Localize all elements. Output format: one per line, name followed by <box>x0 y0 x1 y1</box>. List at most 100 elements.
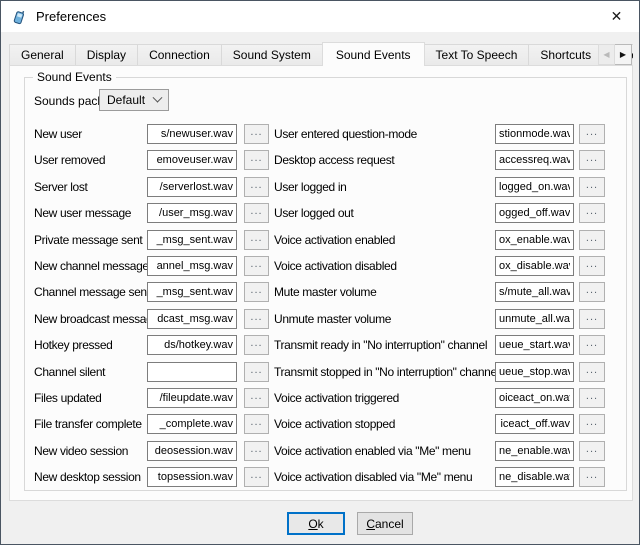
sound-file-input-new-video-session[interactable] <box>147 441 237 461</box>
sound-event-label-voice-activation-enabled: Voice activation enabled <box>274 233 495 247</box>
sound-file-input-user-logged-in[interactable] <box>495 177 574 197</box>
sound-event-label-file-transfer-complete: File transfer complete <box>34 417 147 431</box>
sound-file-input-voice-activation-triggered[interactable] <box>495 388 574 408</box>
browse-button-user-logged-out[interactable]: ... <box>579 203 605 223</box>
sound-event-label-transmit-ready-in-no-interruption-channel: Transmit ready in "No interruption" chan… <box>274 338 495 352</box>
sound-event-label-voice-activation-disabled: Voice activation disabled <box>274 259 495 273</box>
sound-event-label-new-video-session: New video session <box>34 444 147 458</box>
browse-button-channel-message-sent[interactable]: ... <box>244 282 269 302</box>
sound-event-label-user-entered-question-mode: User entered question-mode <box>274 127 495 141</box>
sound-event-label-channel-message-sent: Channel message sent <box>34 285 147 299</box>
sound-file-input-user-logged-out[interactable] <box>495 203 574 223</box>
sound-file-input-voice-activation-disabled[interactable] <box>495 256 574 276</box>
sound-event-label-new-desktop-session: New desktop session <box>34 470 147 484</box>
sound-file-input-voice-activation-stopped[interactable] <box>495 414 574 434</box>
browse-button-user-logged-in[interactable]: ... <box>579 177 605 197</box>
sounds-pack-label: Sounds pack <box>34 94 103 108</box>
sound-event-row: New user message...User logged out... <box>34 203 605 223</box>
sound-file-input-transmit-ready-in-no-interruption-channel[interactable] <box>495 335 574 355</box>
sound-event-row: Private message sent... Voice activation … <box>34 230 605 250</box>
cancel-button[interactable]: Cancel <box>357 512 413 535</box>
browse-button-mute-master-volume[interactable]: ... <box>579 282 605 302</box>
sound-event-row: User removed...Desktop access request... <box>34 150 605 170</box>
tab-bar: GeneralDisplayConnectionSound SystemSoun… <box>9 42 633 66</box>
sound-file-input-voice-activation-enabled[interactable] <box>495 230 574 250</box>
browse-button-server-lost[interactable]: ... <box>244 177 269 197</box>
sound-event-label-new-user: New user <box>34 127 147 141</box>
tab-connection[interactable]: Connection <box>137 44 222 65</box>
sound-file-input-new-channel-message[interactable] <box>147 256 237 276</box>
browse-button-voice-activation-triggered[interactable]: ... <box>579 388 605 408</box>
groupbox-title: Sound Events <box>33 70 116 84</box>
ok-button[interactable]: Ok <box>287 512 345 535</box>
tab-sound-events[interactable]: Sound Events <box>322 42 425 66</box>
browse-button-new-video-session[interactable]: ... <box>244 441 269 461</box>
ok-button-label: Ok <box>308 517 323 531</box>
tab-general[interactable]: General <box>9 44 76 65</box>
sound-event-label-channel-silent: Channel silent <box>34 365 147 379</box>
sound-event-label-hotkey-pressed: Hotkey pressed <box>34 338 147 352</box>
sound-file-input-server-lost[interactable] <box>147 177 237 197</box>
browse-button-files-updated[interactable]: ... <box>244 388 269 408</box>
tab-shortcuts[interactable]: Shortcuts <box>528 44 603 65</box>
sound-file-input-desktop-access-request[interactable] <box>495 150 574 170</box>
sound-file-input-mute-master-volume[interactable] <box>495 282 574 302</box>
sound-event-label-voice-activation-stopped: Voice activation stopped <box>274 417 495 431</box>
browse-button-new-user[interactable]: ... <box>244 124 269 144</box>
sound-file-input-user-removed[interactable] <box>147 150 237 170</box>
browse-button-transmit-stopped-in-no-interruption-channel[interactable]: ... <box>579 362 605 382</box>
browse-button-transmit-ready-in-no-interruption-channel[interactable]: ... <box>579 335 605 355</box>
sound-file-input-voice-activation-enabled-via-me-menu[interactable] <box>495 441 574 461</box>
title-bar: Preferences ✕ <box>1 1 639 32</box>
sound-file-input-files-updated[interactable] <box>147 388 237 408</box>
sound-file-input-channel-message-sent[interactable] <box>147 282 237 302</box>
browse-button-voice-activation-enabled-via-me-menu[interactable]: ... <box>579 441 605 461</box>
browse-button-hotkey-pressed[interactable]: ... <box>244 335 269 355</box>
tab-text-to-speech[interactable]: Text To Speech <box>424 44 530 65</box>
sound-event-row: Files updated...Voice activation trigger… <box>34 388 605 408</box>
arrow-left-icon: ◀ <box>603 50 609 59</box>
sound-file-input-unmute-master-volume[interactable] <box>495 309 574 329</box>
sound-file-input-voice-activation-disabled-via-me-menu[interactable] <box>495 467 574 487</box>
browse-button-unmute-master-volume[interactable]: ... <box>579 309 605 329</box>
close-button[interactable]: ✕ <box>594 1 639 32</box>
window-title: Preferences <box>36 9 106 24</box>
browse-button-private-message-sent[interactable]: ... <box>244 230 269 250</box>
sound-file-input-new-user[interactable] <box>147 124 237 144</box>
browse-button-new-channel-message[interactable]: ... <box>244 256 269 276</box>
sounds-pack-select[interactable]: Default <box>99 89 169 111</box>
sound-file-input-file-transfer-complete[interactable] <box>147 414 237 434</box>
sound-file-input-private-message-sent[interactable] <box>147 230 237 250</box>
tab-display[interactable]: Display <box>75 44 138 65</box>
sound-file-input-hotkey-pressed[interactable] <box>147 335 237 355</box>
browse-button-user-removed[interactable]: ... <box>244 150 269 170</box>
sound-file-input-transmit-stopped-in-no-interruption-channel[interactable] <box>495 362 574 382</box>
sound-file-input-user-entered-question-mode[interactable] <box>495 124 574 144</box>
sound-file-input-channel-silent[interactable] <box>147 362 237 382</box>
browse-button-desktop-access-request[interactable]: ... <box>579 150 605 170</box>
sound-event-row: Hotkey pressed... Transmit ready in "No i… <box>34 335 605 355</box>
browse-button-new-desktop-session[interactable]: ... <box>244 467 269 487</box>
tab-scroll-right-button[interactable]: ▶ <box>615 44 632 65</box>
sound-event-row: New broadcast message...Unmute master vo… <box>34 309 605 329</box>
sound-file-input-new-desktop-session[interactable] <box>147 467 237 487</box>
sound-event-rows: New user... User entered question-mode...… <box>34 124 605 493</box>
sound-event-label-files-updated: Files updated <box>34 391 147 405</box>
tab-sound-system[interactable]: Sound System <box>221 44 323 65</box>
sound-event-label-voice-activation-enabled-via-me-menu: Voice activation enabled via "Me" menu <box>274 444 495 458</box>
sound-file-input-new-user-message[interactable] <box>147 203 237 223</box>
browse-button-voice-activation-disabled-via-me-menu[interactable]: ... <box>579 467 605 487</box>
sound-event-label-user-logged-in: User logged in <box>274 180 495 194</box>
sound-file-input-new-broadcast-message[interactable] <box>147 309 237 329</box>
sound-event-row: New desktop session...Voice activation d… <box>34 467 605 487</box>
browse-button-voice-activation-stopped[interactable]: ... <box>579 414 605 434</box>
browse-button-user-entered-question-mode[interactable]: ... <box>579 124 605 144</box>
browse-button-voice-activation-enabled[interactable]: ... <box>579 230 605 250</box>
tab-scroll-left-button[interactable]: ◀ <box>598 44 615 65</box>
sound-event-label-private-message-sent: Private message sent <box>34 233 147 247</box>
browse-button-voice-activation-disabled[interactable]: ... <box>579 256 605 276</box>
browse-button-channel-silent[interactable]: ... <box>244 362 269 382</box>
browse-button-file-transfer-complete[interactable]: ... <box>244 414 269 434</box>
browse-button-new-user-message[interactable]: ... <box>244 203 269 223</box>
browse-button-new-broadcast-message[interactable]: ... <box>244 309 269 329</box>
